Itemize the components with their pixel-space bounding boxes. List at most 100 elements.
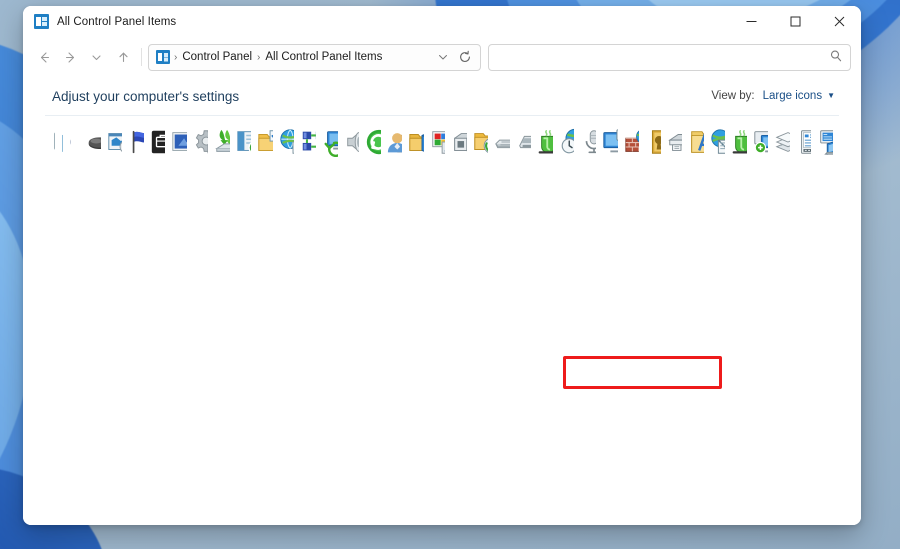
forward-button[interactable] — [57, 44, 83, 70]
control-panel-content: Adjust your computer's settings View by:… — [23, 77, 861, 525]
control-panel-item-color-management[interactable]: Color Management — [424, 124, 446, 161]
control-panel-item-autoplay[interactable]: AutoPlay — [47, 124, 55, 161]
minimize-button[interactable] — [729, 6, 773, 37]
control-panel-item-remoteapp-and-desktop-connections[interactable]: RemoteApp and Desktop Connections — [747, 124, 769, 161]
close-button[interactable] — [817, 6, 861, 37]
devices-and-printers-icon — [665, 126, 683, 158]
title-bar[interactable]: All Control Panel Items — [23, 6, 861, 37]
windows-mobility-center-icon — [815, 126, 833, 158]
indexing-options-icon — [75, 126, 79, 158]
address-bar[interactable]: › Control Panel › All Control Panel Item… — [148, 44, 481, 71]
control-panel-item-ease-of-access-center[interactable]: Ease of Access Center — [63, 124, 71, 161]
control-panel-item-devices-and-printers[interactable]: Devices and Printers — [661, 124, 683, 161]
file-explorer-options-icon — [255, 126, 273, 158]
control-panel-item-indexing-options[interactable]: Indexing Options — [71, 124, 79, 161]
control-panel-icon — [156, 50, 170, 64]
device-manager-icon — [449, 126, 467, 158]
control-panel-item-sound[interactable]: Sound — [338, 124, 360, 161]
maximize-button[interactable] — [773, 6, 817, 37]
window-title: All Control Panel Items — [57, 16, 176, 28]
file-history-icon — [471, 126, 489, 158]
control-panel-item-supportassist-os-recovery[interactable]: SupportAssist OS Recovery — [144, 124, 166, 161]
control-panel-item-programs-and-features[interactable]: Programs and Features — [101, 124, 123, 161]
breadcrumb-all-control-panel-items[interactable]: All Control Panel Items — [262, 51, 385, 63]
speech-recognition-icon — [578, 126, 596, 158]
search-icon[interactable] — [829, 49, 843, 66]
date-and-time-icon — [59, 126, 63, 158]
control-panel-item-mail-microsoft-outlook[interactable]: Mail (Microsoft Outlook) — [704, 124, 726, 161]
control-panel-item-work-folders[interactable]: Work Folders — [402, 124, 424, 161]
control-panel-item-taskbar-and-navigation[interactable]: Taskbar and Navigation — [790, 124, 812, 161]
back-button[interactable] — [31, 44, 57, 70]
network-and-sharing-icon — [298, 126, 316, 158]
recovery-icon — [320, 126, 338, 158]
windows-tools-icon — [191, 126, 209, 158]
control-panel-item-phone-and-modem[interactable]: Phone and Modem — [510, 124, 532, 161]
storage-spaces-icon — [772, 126, 790, 158]
control-panel-item-mouse[interactable]: Mouse — [79, 124, 101, 161]
credential-manager-icon — [643, 126, 661, 158]
power-options-icon — [535, 126, 553, 158]
keyboard-icon — [492, 126, 510, 158]
sound-icon — [342, 126, 360, 158]
control-panel-item-windows-defender-firewall[interactable]: Windows Defender Firewall — [618, 124, 640, 161]
breadcrumb-control-panel[interactable]: Control Panel — [179, 51, 255, 63]
grid-empty-cell — [833, 124, 841, 161]
control-panel-item-keyboard[interactable]: Keyboard — [488, 124, 510, 161]
power-options-annotation-box — [563, 356, 722, 389]
region-icon — [557, 126, 575, 158]
control-panel-item-default-programs[interactable]: Default Programs — [230, 124, 252, 161]
control-panel-item-credential-manager[interactable]: Credential Manager — [639, 124, 661, 161]
control-panel-item-backup-and-restore-windows-7[interactable]: Backup and Restore (Windows 7) — [208, 124, 230, 161]
control-panel-item-grid: AutoPlayDate and TimeEase of Access Cent… — [43, 116, 841, 161]
control-panel-item-device-manager[interactable]: Device Manager — [445, 124, 467, 161]
backup-and-restore-icon — [212, 126, 230, 158]
fonts-icon — [686, 126, 704, 158]
control-panel-item-troubleshooting[interactable]: Troubleshooting — [165, 124, 187, 161]
control-panel-item-security-and-maintenance[interactable]: Security and Maintenance — [122, 124, 144, 161]
control-panel-item-network-and-sharing-center[interactable]: Network and Sharing Center — [294, 124, 316, 161]
control-panel-item-recovery[interactable]: Recovery — [316, 124, 338, 161]
control-panel-icon — [34, 14, 49, 29]
control-panel-item-date-and-time[interactable]: Date and Time — [55, 124, 63, 161]
control-panel-item-user-accounts[interactable]: User Accounts — [381, 124, 403, 161]
control-panel-item-system[interactable]: System — [596, 124, 618, 161]
security-and-maintenance-icon — [126, 126, 144, 158]
navigation-toolbar: › Control Panel › All Control Panel Item… — [23, 37, 861, 77]
control-panel-item-windows-mobility-center[interactable]: Windows Mobility Center — [811, 124, 833, 161]
power-options-icon — [729, 126, 747, 158]
supportassist-icon — [148, 126, 166, 158]
control-panel-item-windows-tools[interactable]: Windows Tools — [187, 124, 209, 161]
phone-and-modem-icon — [514, 126, 532, 158]
mouse-icon — [83, 126, 101, 158]
color-management-icon — [428, 126, 446, 158]
control-panel-item-fonts[interactable]: Fonts — [682, 124, 704, 161]
window-controls — [729, 6, 861, 37]
view-by-value[interactable]: Large icons — [763, 90, 822, 102]
control-panel-item-sync-center[interactable]: Sync Center — [359, 124, 381, 161]
control-panel-item-power-options[interactable]: Power Options — [531, 124, 553, 161]
view-by-control[interactable]: View by: Large icons ▼ — [711, 90, 835, 102]
control-panel-item-region[interactable]: Region — [553, 124, 575, 161]
ease-of-access-icon — [67, 126, 71, 158]
taskbar-and-navigation-icon — [794, 126, 812, 158]
breadcrumb-separator: › — [172, 52, 179, 63]
work-folders-icon — [406, 126, 424, 158]
breadcrumb-separator: › — [255, 52, 262, 63]
chevron-down-icon[interactable]: ▼ — [827, 91, 835, 100]
recent-locations-button[interactable] — [83, 44, 109, 70]
search-input[interactable] — [488, 44, 851, 71]
control-panel-item-file-history[interactable]: File History — [467, 124, 489, 161]
refresh-icon[interactable] — [454, 46, 476, 68]
up-button[interactable] — [110, 44, 136, 70]
programs-and-features-icon — [105, 126, 123, 158]
user-accounts-icon — [385, 126, 403, 158]
control-panel-item-power-options[interactable]: Power Options — [725, 124, 747, 161]
control-panel-item-speech-recognition[interactable]: Speech Recognition — [574, 124, 596, 161]
chevron-down-icon[interactable] — [432, 46, 454, 68]
control-panel-item-storage-spaces[interactable]: Storage Spaces — [768, 124, 790, 161]
control-panel-item-internet-options[interactable]: Internet Options — [273, 124, 295, 161]
control-panel-item-file-explorer-options[interactable]: File Explorer Options — [251, 124, 273, 161]
windows-defender-firewall-icon — [622, 126, 640, 158]
toolbar-divider — [141, 48, 142, 66]
